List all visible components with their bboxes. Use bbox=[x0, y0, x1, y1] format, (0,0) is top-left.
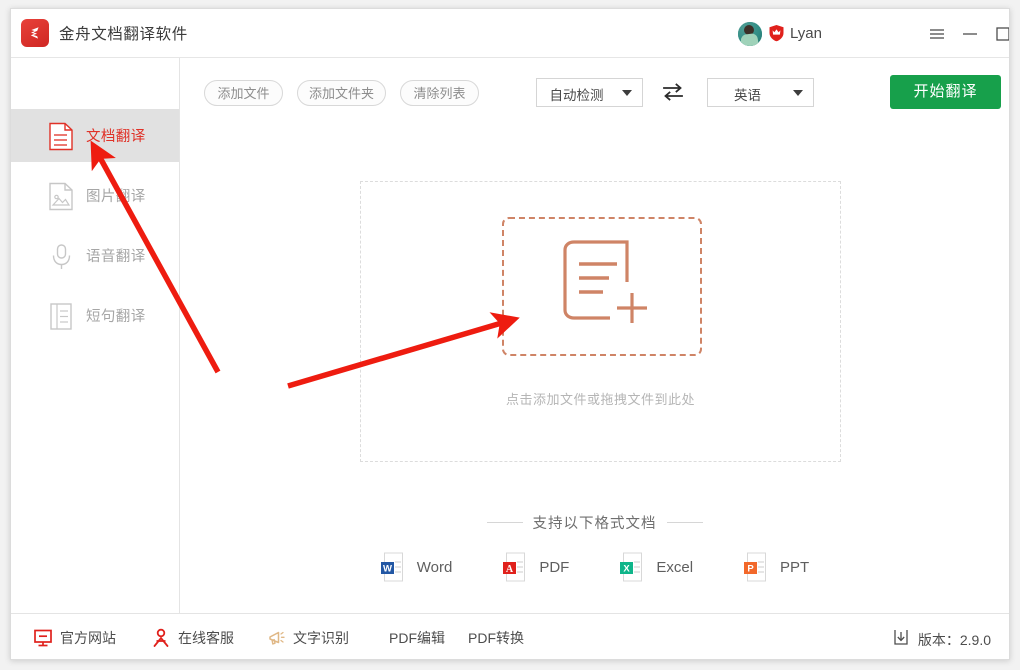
format-label: PPT bbox=[780, 559, 809, 576]
format-excel: X Excel bbox=[619, 552, 693, 583]
svg-text:P: P bbox=[747, 564, 754, 575]
footer-bar: 官方网站 在线客服 bbox=[11, 613, 1009, 659]
download-icon bbox=[891, 627, 911, 652]
sidebar-item-sentence-translation[interactable]: 短句翻译 bbox=[11, 289, 179, 342]
chevron-down-icon bbox=[622, 90, 632, 96]
sidebar-item-document-translation[interactable]: 文档翻译 bbox=[11, 109, 179, 162]
vip-crown-icon bbox=[768, 24, 785, 42]
hamburger-menu-icon[interactable] bbox=[925, 22, 949, 46]
megaphone-icon bbox=[266, 628, 286, 648]
app-logo-icon bbox=[21, 19, 49, 47]
maximize-icon[interactable] bbox=[991, 22, 1010, 46]
minimize-icon[interactable] bbox=[958, 22, 982, 46]
footer-item-pdf-edit[interactable]: PDF编辑 bbox=[389, 627, 445, 649]
version-label: 版本：2.9.0 bbox=[918, 630, 991, 650]
user-name[interactable]: Lyan bbox=[790, 25, 822, 42]
target-language-select[interactable]: 英语 bbox=[707, 78, 814, 107]
footer-item-label: 官方网站 bbox=[60, 628, 116, 648]
swap-arrows-icon[interactable] bbox=[662, 82, 684, 102]
supported-formats-row: W Word bbox=[180, 552, 1009, 583]
app-title: 金舟文档翻译软件 bbox=[59, 22, 188, 44]
ppt-file-icon: P bbox=[743, 552, 770, 583]
sidebar-item-label: 语音翻译 bbox=[86, 245, 146, 266]
add-folder-button[interactable]: 添加文件夹 bbox=[297, 80, 386, 106]
document-icon bbox=[48, 122, 74, 151]
source-language-select[interactable]: 自动检测 bbox=[536, 78, 643, 107]
footer-item-label: PDF编辑 bbox=[389, 628, 445, 648]
source-language-value: 自动检测 bbox=[537, 84, 616, 104]
user-avatar[interactable] bbox=[738, 22, 762, 46]
sidebar: 文档翻译 图片翻译 bbox=[11, 58, 180, 614]
footer-item-label: 在线客服 bbox=[178, 628, 234, 648]
add-file-button[interactable]: 添加文件 bbox=[204, 80, 283, 106]
format-pdf: A PDF bbox=[502, 552, 569, 583]
footer-item-online-support[interactable]: 在线客服 bbox=[151, 627, 234, 649]
document-add-icon bbox=[555, 238, 653, 338]
file-drop-area[interactable]: 点击添加文件或拖拽文件到此处 bbox=[360, 181, 841, 462]
image-icon bbox=[48, 182, 74, 211]
toolbar: 添加文件 添加文件夹 清除列表 自动检测 英语 开始翻译 bbox=[180, 58, 1009, 126]
svg-text:A: A bbox=[506, 564, 514, 575]
text-lines-icon bbox=[48, 302, 74, 331]
microphone-icon bbox=[48, 242, 74, 271]
drop-hint-text: 点击添加文件或拖拽文件到此处 bbox=[361, 389, 840, 408]
application-window: 金舟文档翻译软件 Lyan bbox=[10, 8, 1010, 660]
monitor-icon bbox=[33, 628, 53, 648]
sidebar-item-label: 图片翻译 bbox=[86, 185, 146, 206]
footer-item-label: PDF转换 bbox=[468, 628, 524, 648]
format-label: Excel bbox=[656, 559, 693, 576]
format-ppt: P PPT bbox=[743, 552, 809, 583]
sidebar-item-label: 文档翻译 bbox=[86, 125, 146, 146]
clear-list-button[interactable]: 清除列表 bbox=[400, 80, 479, 106]
footer-item-pdf-convert[interactable]: PDF转换 bbox=[468, 627, 524, 649]
chevron-down-icon bbox=[793, 90, 803, 96]
footer-item-official-website[interactable]: 官方网站 bbox=[33, 627, 116, 649]
divider-left bbox=[487, 522, 523, 523]
sidebar-item-label: 短句翻译 bbox=[86, 305, 146, 326]
app-window-root: 金舟文档翻译软件 Lyan bbox=[0, 0, 1020, 670]
word-file-icon: W bbox=[380, 552, 407, 583]
target-language-value: 英语 bbox=[708, 84, 787, 104]
excel-file-icon: X bbox=[619, 552, 646, 583]
sidebar-item-voice-translation[interactable]: 语音翻译 bbox=[11, 229, 179, 282]
file-drop-zone[interactable] bbox=[502, 217, 702, 356]
footer-item-label: 文字识别 bbox=[293, 628, 349, 648]
sidebar-item-image-translation[interactable]: 图片翻译 bbox=[11, 169, 179, 222]
title-bar: 金舟文档翻译软件 Lyan bbox=[11, 9, 1009, 58]
svg-text:W: W bbox=[383, 564, 392, 575]
format-label: PDF bbox=[539, 559, 569, 576]
format-label: Word bbox=[417, 559, 453, 576]
format-word: W Word bbox=[380, 552, 453, 583]
pdf-file-icon: A bbox=[502, 552, 529, 583]
svg-text:X: X bbox=[624, 564, 631, 575]
person-icon bbox=[151, 628, 171, 648]
divider-right bbox=[667, 522, 703, 523]
footer-item-text-recognition[interactable]: 文字识别 bbox=[266, 627, 349, 649]
main-content: 添加文件 添加文件夹 清除列表 自动检测 英语 开始翻译 bbox=[180, 58, 1009, 614]
supported-formats-label: 支持以下格式文档 bbox=[533, 516, 657, 532]
supported-formats-heading: 支持以下格式文档 bbox=[180, 512, 1009, 533]
version-info[interactable]: 版本：2.9.0 bbox=[891, 627, 991, 652]
start-translate-button[interactable]: 开始翻译 bbox=[890, 75, 1001, 109]
